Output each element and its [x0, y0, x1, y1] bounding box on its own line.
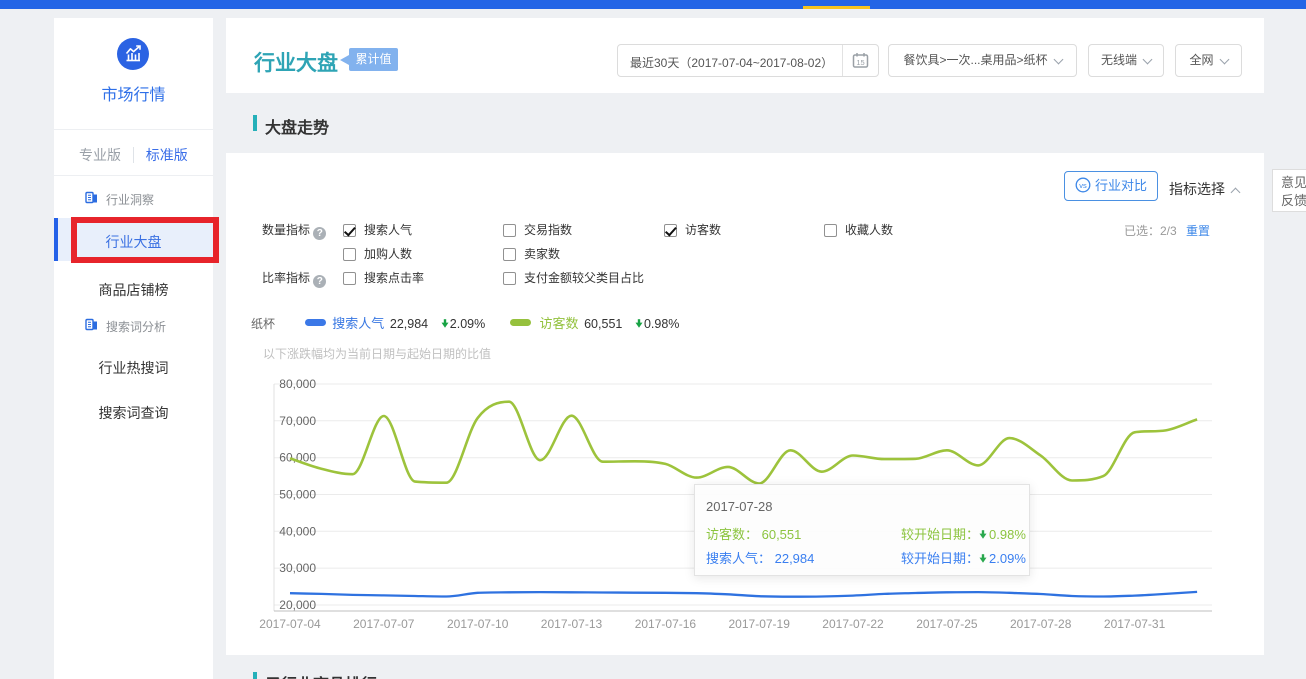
- svg-text:80,000: 80,000: [279, 377, 316, 391]
- svg-text:2017-07-04: 2017-07-04: [259, 617, 321, 631]
- svg-text:vs: vs: [1079, 181, 1087, 190]
- svg-text:30,000: 30,000: [279, 561, 316, 575]
- svg-text:60,000: 60,000: [279, 451, 316, 465]
- svg-text:40,000: 40,000: [279, 524, 316, 538]
- svg-text:2017-07-10: 2017-07-10: [447, 617, 509, 631]
- svg-text:2017-07-13: 2017-07-13: [541, 617, 603, 631]
- svg-text:70,000: 70,000: [279, 414, 316, 428]
- svg-text:20,000: 20,000: [279, 598, 316, 612]
- svg-text:2017-07-19: 2017-07-19: [729, 617, 791, 631]
- svg-text:2017-07-28: 2017-07-28: [1010, 617, 1072, 631]
- svg-text:2017-07-25: 2017-07-25: [916, 617, 978, 631]
- svg-text:50,000: 50,000: [279, 488, 316, 502]
- svg-text:2017-07-07: 2017-07-07: [353, 617, 415, 631]
- svg-text:15: 15: [856, 58, 864, 67]
- svg-text:2017-07-31: 2017-07-31: [1104, 617, 1166, 631]
- svg-text:2017-07-16: 2017-07-16: [635, 617, 697, 631]
- svg-text:2017-07-22: 2017-07-22: [822, 617, 884, 631]
